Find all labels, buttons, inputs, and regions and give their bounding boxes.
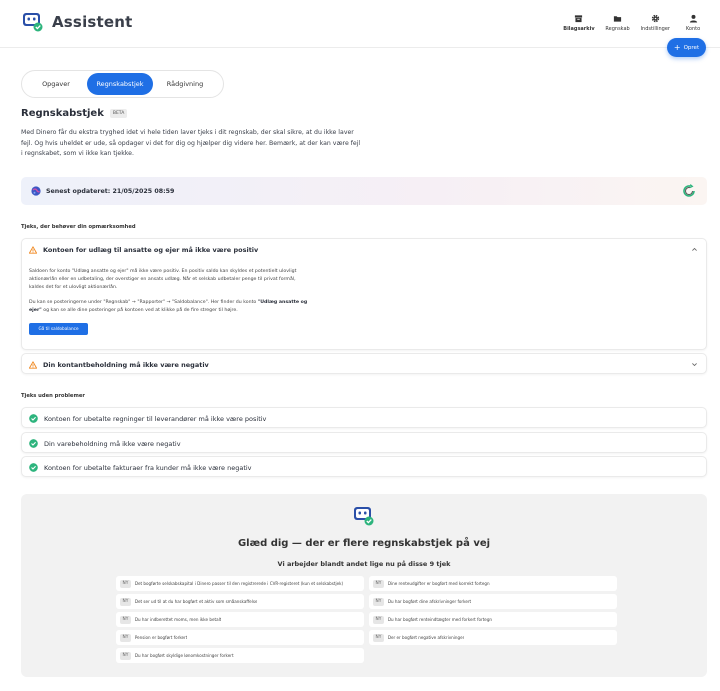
page-title: Regnskabstjek bbox=[21, 108, 104, 119]
new-badge: NY bbox=[120, 615, 131, 624]
go-to-trial-balance-button[interactable]: Gå til saldobalance bbox=[29, 322, 88, 335]
check-title: Kontoen for udlæg til ansatte og ejer må… bbox=[43, 246, 259, 254]
last-updated-text: Senest opdateret: 21/05/2025 08:59 bbox=[46, 187, 175, 195]
warning-icon bbox=[29, 246, 37, 254]
plus-icon: + bbox=[673, 42, 681, 52]
new-badge: NY bbox=[373, 633, 384, 642]
check-title: Din varebeholdning må ikke være negativ bbox=[44, 439, 181, 448]
new-badge: NY bbox=[373, 615, 384, 624]
top-header: Assistent Bilagsarkiv Regnskab Indstilli… bbox=[0, 0, 720, 48]
last-updated-bar: Senest opdateret: 21/05/2025 08:59 bbox=[21, 177, 707, 205]
check-title: Kontoen for ubetalte fakturaer fra kunde… bbox=[44, 463, 252, 472]
nav-label: Regnskab bbox=[605, 26, 630, 32]
refresh-icon[interactable] bbox=[681, 183, 697, 199]
nav-bilagsarkiv[interactable]: Bilagsarkiv bbox=[563, 14, 595, 32]
globe-status-icon bbox=[31, 186, 41, 196]
list-item: NY Du har bogført renteindtægter med fork… bbox=[369, 612, 617, 627]
chevron-down-icon[interactable] bbox=[691, 361, 698, 368]
list-item: NY Du har bogført dine afskrivninger fork… bbox=[369, 594, 617, 609]
list-item: NY Det bogførte selskabskapital i Dinero … bbox=[116, 576, 364, 591]
new-badge: NY bbox=[373, 579, 384, 588]
ok-check-card: Kontoen for ubetalte fakturaer fra kunde… bbox=[21, 456, 707, 477]
check-title: Din kontantbeholdning må ikke være negat… bbox=[43, 360, 209, 369]
check-card-header[interactable]: Din kontantbeholdning må ikke være negat… bbox=[22, 354, 706, 375]
list-item: NY Pension er bogført forkert bbox=[116, 630, 364, 645]
new-badge: NY bbox=[120, 579, 131, 588]
check-circle-icon bbox=[29, 439, 38, 448]
new-badge: NY bbox=[120, 651, 131, 660]
app-title: Assistent bbox=[52, 13, 133, 31]
check-description: Saldoen for konto "Udlæg ansatte og ejer… bbox=[22, 261, 322, 315]
user-icon bbox=[689, 14, 697, 23]
beta-badge: BETA bbox=[109, 109, 128, 118]
check-circle-icon bbox=[29, 463, 38, 472]
list-item: NY Det ser ud til at du har bogført et ak… bbox=[116, 594, 364, 609]
assistant-robot-icon bbox=[23, 13, 43, 32]
chevron-up-icon[interactable] bbox=[691, 246, 698, 253]
ok-check-card: Din varebeholdning må ikke være negativ bbox=[21, 432, 707, 453]
check-circle-icon bbox=[29, 414, 38, 423]
tab-regnskabstjek[interactable]: Regnskabstjek bbox=[87, 73, 153, 95]
nav-label: Bilagsarkiv bbox=[563, 26, 595, 32]
page-title-row: Regnskabstjek BETA bbox=[21, 108, 128, 119]
check-description-p2: Du kan se posteringerne under "Regnskab"… bbox=[29, 300, 308, 313]
upcoming-checks-panel: Glæd dig — der er flere regnskabstjek på… bbox=[21, 494, 707, 677]
ok-check-card: Kontoen for ubetalte regninger til lever… bbox=[21, 407, 707, 428]
new-badge: NY bbox=[120, 633, 131, 642]
nav-label: Konto bbox=[685, 26, 701, 32]
archive-icon bbox=[575, 15, 583, 23]
check-card-header[interactable]: Kontoen for udlæg til ansatte og ejer må… bbox=[22, 239, 706, 261]
brand[interactable]: Assistent bbox=[22, 12, 133, 32]
tab-bar: Opgaver Regnskabstjek Rådgivning bbox=[21, 70, 224, 98]
upcoming-list: NY Det bogførte selskabskapital i Dinero … bbox=[116, 576, 617, 663]
tab-opgaver[interactable]: Opgaver bbox=[25, 73, 87, 95]
create-label: Opret bbox=[683, 44, 700, 51]
assistant-robot-icon bbox=[354, 507, 374, 526]
check-title: Kontoen for ubetalte regninger til lever… bbox=[44, 414, 267, 423]
warning-icon bbox=[29, 360, 37, 369]
gear-icon bbox=[651, 14, 659, 23]
create-button[interactable]: + Opret bbox=[667, 38, 706, 57]
nav-konto[interactable]: Konto bbox=[680, 14, 706, 32]
list-item: NY Du har bogført skyldige lønomkostninge… bbox=[116, 648, 364, 663]
nav-indstillinger[interactable]: Indstillinger bbox=[641, 14, 670, 32]
new-badge: NY bbox=[120, 597, 131, 606]
check-card-collapsed[interactable]: Din kontantbeholdning må ikke være negat… bbox=[21, 353, 707, 374]
upcoming-subtitle: Vi arbejder blandt andet lige nu på diss… bbox=[277, 560, 451, 568]
attention-section-label: Tjeks, der behøver din opmærksomhed bbox=[21, 224, 136, 230]
intro-text: Med Dinero får du ekstra tryghed idet vi… bbox=[21, 129, 361, 157]
list-item: NY Dine renteudgifter er bogført med korr… bbox=[369, 576, 617, 591]
check-card-expanded: Kontoen for udlæg til ansatte og ejer må… bbox=[21, 238, 707, 350]
nav-label: Indstillinger bbox=[640, 26, 670, 32]
list-item: NY Der er bogført negative afskrivninger bbox=[369, 630, 617, 645]
tab-raadgivning[interactable]: Rådgivning bbox=[153, 73, 217, 95]
check-description-p1: Saldoen for konto "Udlæg ansatte og ejer… bbox=[29, 269, 297, 290]
nav-regnskab[interactable]: Regnskab bbox=[605, 14, 631, 32]
folder-icon bbox=[613, 16, 622, 22]
list-item: NY Du har indberettet moms, men ikke beta… bbox=[116, 612, 364, 627]
top-nav: Bilagsarkiv Regnskab Indstillinger Konto bbox=[553, 14, 706, 32]
new-badge: NY bbox=[373, 597, 384, 606]
upcoming-title: Glæd dig — der er flere regnskabstjek på… bbox=[237, 538, 491, 549]
ok-section-label: Tjeks uden problemer bbox=[21, 393, 85, 399]
